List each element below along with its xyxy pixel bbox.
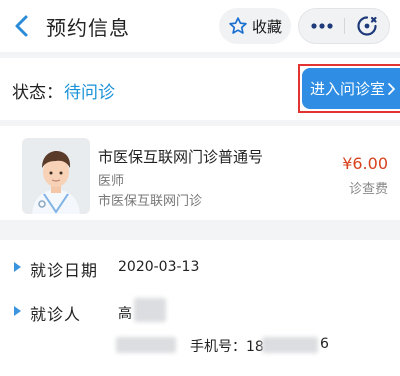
- close-miniapp-button[interactable]: [345, 9, 389, 43]
- highlight-box: 进入问诊室: [298, 64, 400, 113]
- doctor-role: 医师: [98, 174, 125, 189]
- status-label: 状态：: [12, 83, 63, 103]
- section-divider: [0, 220, 400, 240]
- redaction-mask: [116, 337, 176, 353]
- page-title: 预约信息: [46, 16, 130, 40]
- consultation-price: ¥6.00: [342, 154, 388, 173]
- bullet-arrow-icon: [14, 262, 21, 272]
- redaction-mask: [262, 337, 318, 353]
- favorite-button[interactable]: 收藏: [219, 8, 291, 44]
- status-row: 状态： 待问诊 进入问诊室: [0, 58, 400, 120]
- visit-date-value: 2020-03-13: [118, 259, 200, 275]
- doctor-avatar-icon: [22, 138, 90, 214]
- more-dots-icon: [311, 23, 333, 29]
- phone-tail: 6: [320, 336, 329, 352]
- miniapp-capsule: [298, 8, 390, 44]
- app-header: 预约信息 收藏: [0, 0, 400, 52]
- doctor-card[interactable]: 市医保互联网门诊普通号 医师 市医保互联网门诊 ¥6.00 诊查费: [0, 126, 400, 220]
- chevron-right-icon: [388, 82, 395, 95]
- enter-consultation-button[interactable]: 进入问诊室: [302, 68, 400, 109]
- more-button[interactable]: [299, 9, 345, 43]
- close-circle-icon: [357, 16, 377, 36]
- phone-label: 手机号：18: [190, 339, 264, 355]
- status-value: 待问诊: [64, 83, 115, 103]
- enter-consultation-label: 进入问诊室: [310, 80, 386, 98]
- bullet-arrow-icon: [14, 306, 21, 316]
- visit-info: 就诊日期 2020-03-13 就诊人 高 手机号：18 6: [0, 240, 400, 376]
- chevron-left-icon: [15, 15, 28, 37]
- patient-label: 就诊人: [30, 305, 82, 324]
- patient-name: 高: [118, 306, 132, 322]
- favorite-label: 收藏: [251, 17, 282, 36]
- visit-date-label: 就诊日期: [30, 261, 99, 280]
- department-name: 市医保互联网门诊普通号: [98, 148, 264, 166]
- star-icon: [229, 17, 247, 34]
- department-subtitle: 市医保互联网门诊: [98, 194, 203, 209]
- back-button[interactable]: [10, 10, 36, 42]
- fee-label: 诊查费: [348, 182, 388, 197]
- redaction-mask: [134, 298, 166, 322]
- doctor-avatar: [22, 138, 90, 214]
